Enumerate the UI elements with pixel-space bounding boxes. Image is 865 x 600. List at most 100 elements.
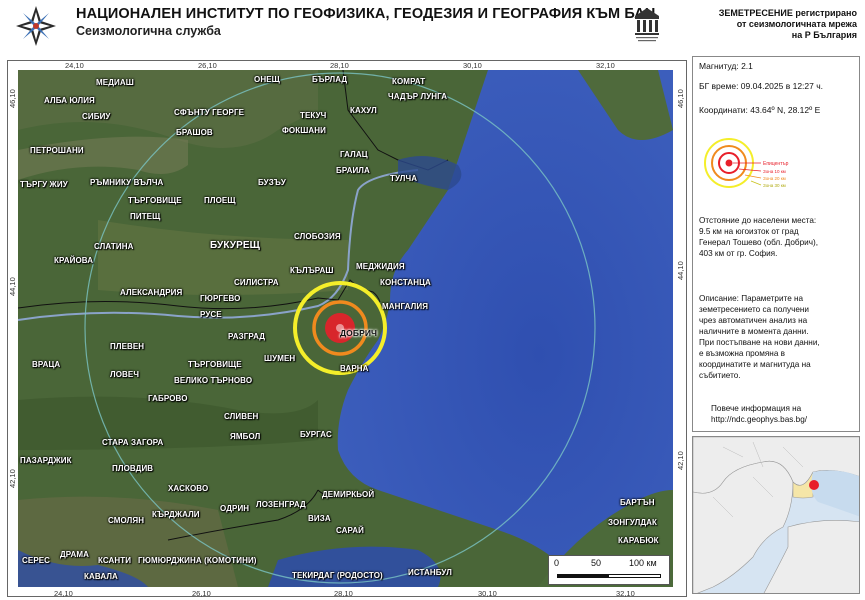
city-brasov: БРАШОВ xyxy=(176,128,213,137)
city-onest: ОНЕЩ xyxy=(254,75,280,84)
event-header: ЗЕМЕТРЕСЕНИЕ регистрирано от сеизмологич… xyxy=(687,8,857,41)
city-seres: СЕРЕС xyxy=(22,556,51,565)
city-bartin: БАРТЪН xyxy=(620,498,655,507)
coords-text: Координати: 43.64º N, 28.12º E xyxy=(699,105,821,115)
city-tekirdag: ТЕКИРДАГ (РОДОСТО) xyxy=(292,571,383,580)
city-dobrich: ДОБРИЧ xyxy=(340,328,378,338)
city-karabuk: КАРАБЮК xyxy=(618,536,659,545)
distance-line-4: 403 км от гр. София. xyxy=(699,249,778,258)
city-constanta: КОНСТАНЦА xyxy=(380,278,431,287)
city-demirkoy: ДЕМИРКЬОЙ xyxy=(322,490,375,499)
tick-bottom-5: 32,10 xyxy=(616,589,635,598)
city-shumen: ШУМЕН xyxy=(264,354,296,363)
institute-title: НАЦИОНАЛЕН ИНСТИТУТ ПО ГЕОФИЗИКА, ГЕОДЕЗ… xyxy=(76,6,656,22)
city-mangalia: МАНГАЛИЯ xyxy=(382,302,429,311)
description-line-6: е възможна промяна в xyxy=(699,349,785,358)
tick-right-2: 44,10 xyxy=(676,261,685,280)
city-slobozia: СЛОБОЗИЯ xyxy=(294,232,341,241)
city-drama: ДРАМА xyxy=(60,550,90,559)
city-fokshani: ФОКШАНИ xyxy=(282,126,326,135)
description-line-1: Описание: Параметрите на xyxy=(699,294,804,303)
description-block: Описание: Параметрите на земетресението … xyxy=(699,293,855,381)
tick-right-3: 42,10 xyxy=(676,451,685,470)
city-istanbul: ИСТАНБУЛ xyxy=(408,568,452,577)
city-stara-zagora: СТАРА ЗАГОРА xyxy=(102,438,164,447)
event-header-line3: на Р България xyxy=(791,30,857,40)
city-v-tarnovo: ВЕЛИКО ТЪРНОВО xyxy=(174,376,253,385)
legend-epicenter-dot xyxy=(725,159,733,167)
city-tulcea: ТУЛЧА xyxy=(390,174,418,183)
info-panel: Магнитуд: 2.1 БГ време: 09.04.2025 в 12:… xyxy=(692,56,860,432)
city-gabrovo: ГАБРОВО xyxy=(148,394,188,403)
city-varna: ВАРНА xyxy=(340,364,369,373)
scale-bar-graphic xyxy=(557,574,661,578)
city-pleven: ПЛЕВЕН xyxy=(110,342,145,351)
legend-label-epicenter: Епицентър xyxy=(763,161,789,167)
event-header-line1: ЗЕМЕТРЕСЕНИЕ регистрирано xyxy=(718,8,857,18)
tick-top-1: 24,10 xyxy=(65,61,84,70)
legend-label-30: Зона 30 км xyxy=(763,183,786,188)
zone-legend: Епицентър Зона 10 км Зона 20 км Зона 30 … xyxy=(699,133,819,193)
city-silistra: СИЛИСТРА xyxy=(234,278,279,287)
legend-label-10: Зона 10 км xyxy=(763,169,786,174)
city-sibiu: СИБИУ xyxy=(82,112,111,121)
service-subtitle: Сеизмологична служба xyxy=(76,24,221,38)
description-line-2: земетресението са получени xyxy=(699,305,810,314)
inset-map[interactable] xyxy=(692,436,860,594)
inset-canvas xyxy=(693,437,859,593)
magnitude-text: Магнитуд: 2.1 xyxy=(699,61,753,71)
more-info-block: Повече информация на http://ndc.geophys.… xyxy=(711,403,865,425)
city-medias: МЕДИАШ xyxy=(96,78,134,87)
tick-top-3: 28,10 xyxy=(330,61,349,70)
scale-label-0: 0 xyxy=(554,558,560,568)
scale-label-100: 100 км xyxy=(629,558,657,568)
city-tekuch: ТЕКУЧ xyxy=(300,111,327,120)
city-smolyan: СМОЛЯН xyxy=(108,516,145,525)
header: НАЦИОНАЛЕН ИНСТИТУТ ПО ГЕОФИЗИКА, ГЕОДЕЗ… xyxy=(0,0,865,56)
city-lovech: ЛОВЕЧ xyxy=(110,370,140,379)
city-kavala: КАВАЛА xyxy=(84,572,118,581)
distance-line-2: 9.5 км на югоизток от град xyxy=(699,227,799,236)
time-text: БГ време: 09.04.2025 в 12:27 ч. xyxy=(699,81,824,91)
tick-left-2: 44,10 xyxy=(8,277,17,296)
more-info-text: Повече информация на xyxy=(711,404,802,413)
bas-logo-icon xyxy=(635,8,659,42)
legend-label-20: Зона 20 км xyxy=(763,176,786,181)
city-buzau: БУЗЪУ xyxy=(258,178,286,187)
city-targoviste-bg: ТЪРГОВИЩЕ xyxy=(188,360,242,369)
tick-top-2: 26,10 xyxy=(198,61,217,70)
city-razgrad: РАЗГРАД xyxy=(228,332,266,341)
city-kahul: КАХУЛ xyxy=(350,106,377,115)
city-pitesti: ПИТЕЩ xyxy=(130,212,161,221)
city-zonguldak: ЗОНГУЛДАК xyxy=(608,518,657,527)
city-komotini: ГЮМЮРДЖИНА (КОМОТИНИ) xyxy=(138,556,257,565)
tick-bottom-1: 24,10 xyxy=(54,589,73,598)
city-medgidia: МЕДЖИДИЯ xyxy=(356,262,405,271)
city-vize: ВИЗА xyxy=(308,514,331,523)
city-kardzhali: КЪРДЖАЛИ xyxy=(152,510,200,519)
city-xanthi: КСАНТИ xyxy=(98,556,132,565)
city-ploesti: ПЛОЕЩ xyxy=(204,196,236,205)
distance-block: Отстояние до населени места: 9.5 км на ю… xyxy=(699,215,855,259)
description-line-7: координатите и магнитуда на xyxy=(699,360,811,369)
tick-right-1: 46,10 xyxy=(676,89,685,108)
description-line-4: наличните в момента данни. xyxy=(699,327,809,336)
city-bucharest: БУКУРЕЩ xyxy=(210,240,260,251)
city-braila: БРАИЛА xyxy=(336,166,370,175)
city-pazardzhik: ПАЗАРДЖИК xyxy=(20,456,72,465)
description-line-5: При постъпване на нови данни, xyxy=(699,338,820,347)
tick-left-1: 46,10 xyxy=(8,89,17,108)
scale-bar: 0 50 100 км xyxy=(548,555,670,585)
city-kirklareli: ЛОЗЕНГРАД xyxy=(256,500,306,509)
city-targu-jiu: ТЪРГУ ЖИУ xyxy=(20,180,68,189)
tick-left-3: 42,10 xyxy=(8,469,17,488)
city-plovdiv: ПЛОВДИВ xyxy=(112,464,154,473)
tick-top-5: 32,10 xyxy=(596,61,615,70)
satellite-map[interactable]: МЕДИАШ АЛБА ЮЛИЯ СИБИУ ПЕТРОШАНИ ТЪРГУ Ж… xyxy=(18,70,673,587)
city-targoviste-ro: ТЪРГОВИЩЕ xyxy=(128,196,182,205)
description-line-3: чрез автоматичен анализ на xyxy=(699,316,808,325)
city-petroshani: ПЕТРОШАНИ xyxy=(30,146,84,155)
institute-logo-icon xyxy=(16,6,56,46)
description-line-8: събитието. xyxy=(699,371,741,380)
more-info-link[interactable]: http://ndc.geophys.bas.bg/ xyxy=(711,414,865,425)
